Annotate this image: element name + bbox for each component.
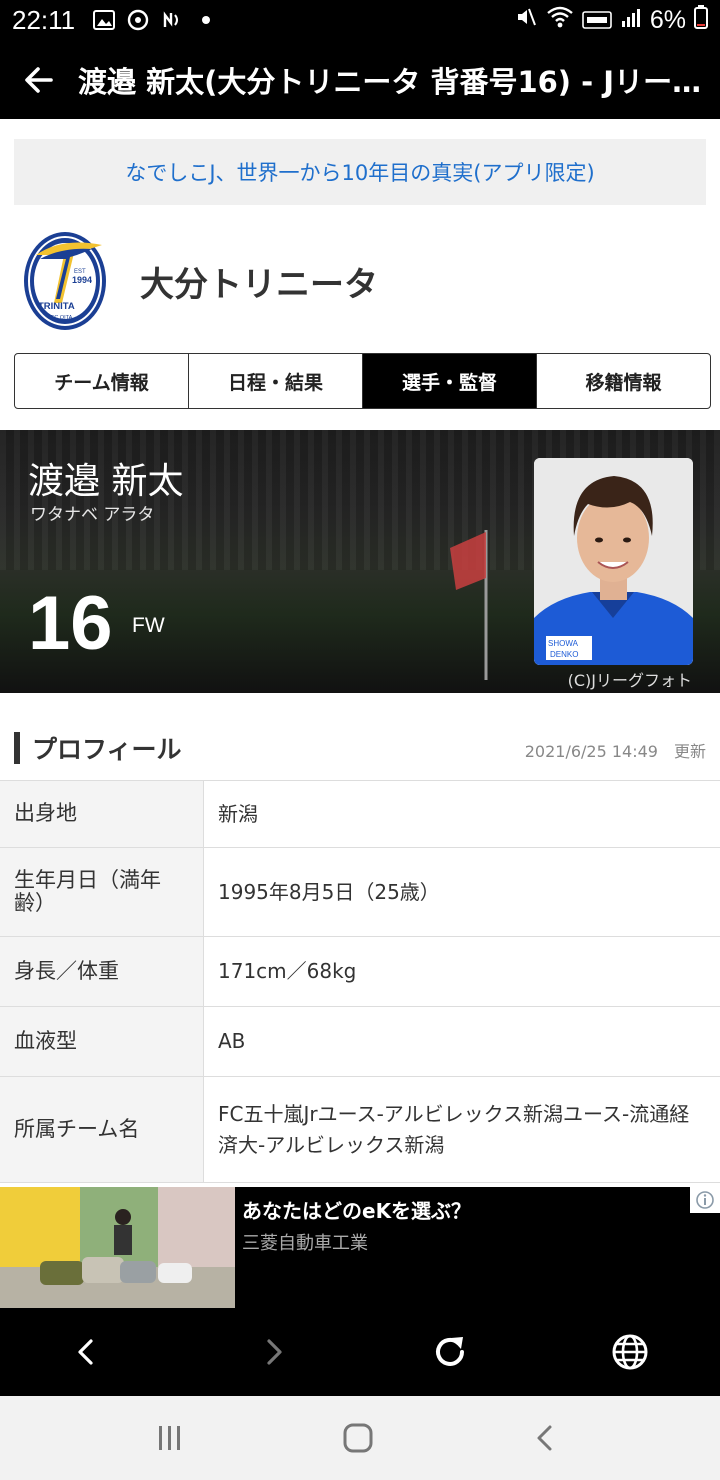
- ad-advertiser[interactable]: 三菱自動車工業: [242, 1229, 368, 1255]
- profile-table: 出身地 新潟 生年月日（満年齢） 1995年8月5日（25歳） 身長／体重 17…: [0, 780, 720, 1183]
- profile-title: プロフィール: [32, 735, 182, 764]
- mute-icon: [514, 5, 538, 35]
- profile-value-birthdate: 1995年8月5日（25歳）: [218, 879, 440, 904]
- arrow-left-icon: [25, 66, 53, 93]
- system-back-button[interactable]: [522, 1416, 570, 1460]
- ad-info-icon[interactable]: [690, 1187, 720, 1213]
- nfc-icon: [159, 7, 185, 33]
- profile-section-header: プロフィール 2021/6/25 14:49 更新: [0, 728, 720, 768]
- sync-icon: [125, 7, 151, 33]
- kit-sponsor-text-2: DENKO: [550, 650, 578, 659]
- profile-value-hometown: 新潟: [218, 801, 258, 826]
- team-tabs: チーム情報 日程・結果 選手・監督 移籍情報: [14, 353, 711, 409]
- status-time: 22:11: [12, 4, 76, 35]
- profile-label-hometown: 出身地: [0, 781, 204, 847]
- ad-image[interactable]: [0, 1187, 235, 1308]
- battery-level: 6%: [649, 5, 686, 34]
- ad-title[interactable]: あなたはどのeKを選ぶ？: [242, 1195, 471, 1224]
- globe-icon: [612, 1334, 648, 1370]
- recent-apps-button[interactable]: [146, 1416, 194, 1460]
- status-bar: 22:11 6%: [0, 0, 720, 40]
- profile-value-blood-type: AB: [218, 1029, 246, 1053]
- logo-sub-text: FC OITA: [51, 315, 73, 321]
- table-row: 所属チーム名 FC五十嵐Jrユース-アルビレックス新潟ユース-流通経済大-アルビ…: [0, 1077, 720, 1183]
- player-name-kana: ワタナベ アラタ: [30, 505, 155, 525]
- app-header: 渡邉 新太(大分トリニータ 背番号16) - Jリーグ公式サイト: [0, 40, 720, 119]
- profile-value-height-weight: 171cm／68kg: [218, 959, 357, 983]
- home-button[interactable]: [334, 1416, 382, 1460]
- team-logo[interactable]: EST 1994 TRINITA FC OITA: [22, 229, 108, 333]
- browser-open-button[interactable]: [606, 1328, 654, 1376]
- table-row: 身長／体重 171cm／68kg: [0, 937, 720, 1007]
- section-marker: [14, 732, 20, 764]
- table-row: 血液型 AB: [0, 1007, 720, 1077]
- recent-apps-icon: [159, 1426, 180, 1450]
- kit-sponsor-text-1: SHOWA: [548, 639, 579, 648]
- browser-toolbar: [0, 1308, 720, 1396]
- back-chevron-icon: [537, 1425, 552, 1451]
- browser-forward-button[interactable]: [250, 1328, 298, 1376]
- profile-label-team-history: 所属チーム名: [0, 1077, 204, 1182]
- dot-icon: [193, 7, 219, 33]
- table-row: 生年月日（満年齢） 1995年8月5日（25歳）: [0, 848, 720, 937]
- chevron-left-icon: [78, 1339, 93, 1365]
- image-icon: [91, 7, 117, 33]
- tab-schedule-results[interactable]: 日程・結果: [189, 354, 363, 408]
- profile-label-blood-type: 血液型: [0, 1007, 204, 1076]
- profile-value-team-history: FC五十嵐Jrユース-アルビレックス新潟ユース-流通経済大-アルビレックス新潟: [218, 1101, 690, 1157]
- browser-reload-button[interactable]: [426, 1328, 474, 1376]
- logo-year-text: 1994: [72, 275, 92, 285]
- news-banner-text[interactable]: なでしこJ、世界一から10年目の真実(アプリ限定): [125, 157, 594, 187]
- battery-icon: [694, 5, 708, 35]
- volte-icon: [582, 6, 612, 35]
- page-title: 渡邉 新太(大分トリニータ 背番号16) - Jリーグ公式サイト: [78, 64, 706, 99]
- corner-flag-icon: [450, 530, 488, 680]
- logo-name-text: TRINITA: [38, 301, 75, 312]
- photo-credit: (C)Jリーグフォト: [567, 671, 692, 690]
- refresh-icon: [436, 1337, 464, 1366]
- profile-updated-time: 2021/6/25 14:49 更新: [524, 742, 706, 761]
- profile-label-birthdate: 生年月日（満年齢）: [0, 848, 204, 936]
- ad-banner[interactable]: あなたはどのeKを選ぶ？ 三菱自動車工業: [0, 1187, 720, 1308]
- wifi-icon: [546, 5, 574, 35]
- profile-label-height-weight: 身長／体重: [0, 937, 204, 1006]
- team-name[interactable]: 大分トリニータ: [140, 257, 378, 306]
- browser-back-button[interactable]: [62, 1328, 110, 1376]
- tab-players-staff[interactable]: 選手・監督: [363, 354, 537, 408]
- system-navigation-bar: [0, 1396, 720, 1480]
- player-position: FW: [132, 614, 165, 637]
- chevron-right-icon: [267, 1339, 282, 1365]
- player-name: 渡邉 新太: [28, 461, 184, 502]
- player-number: 16: [28, 581, 113, 666]
- news-banner[interactable]: なでしこJ、世界一から10年目の真実(アプリ限定): [14, 139, 706, 205]
- player-hero: 渡邉 新太 ワタナベ アラタ 16 FW SHOWA DENKO (C)Jリーグ…: [0, 430, 720, 693]
- table-row: 出身地 新潟: [0, 781, 720, 848]
- player-photo: SHOWA DENKO: [534, 458, 693, 665]
- home-icon: [343, 1423, 373, 1453]
- tab-team-info[interactable]: チーム情報: [15, 354, 189, 408]
- team-header: EST 1994 TRINITA FC OITA 大分トリニータ: [0, 225, 720, 337]
- signal-icon: [620, 6, 642, 35]
- back-button[interactable]: [0, 40, 78, 119]
- tab-transfers[interactable]: 移籍情報: [537, 354, 710, 408]
